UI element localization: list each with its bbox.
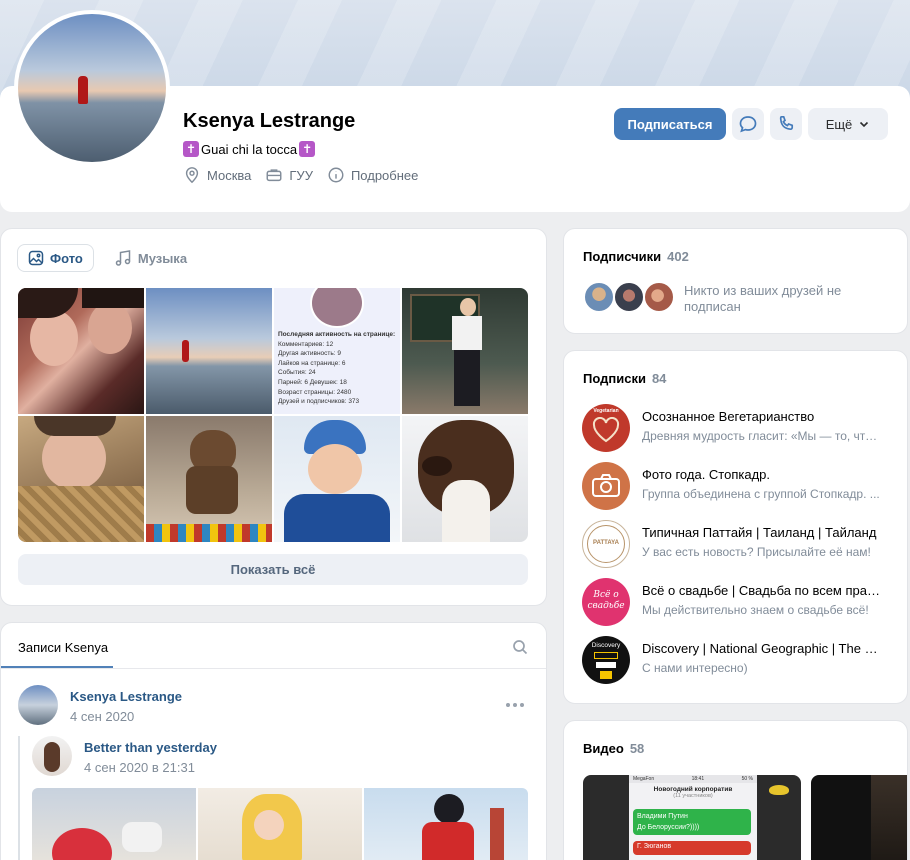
photo-thumbnail[interactable] [146, 288, 272, 414]
photo-grid: Последняя активность на странице: Коммен… [18, 288, 528, 542]
wedding-logo: Всё о свадьбе [582, 578, 630, 626]
subscription-item[interactable]: Всё о свадьбе Всё о свадьбе | Свадьба по… [582, 578, 882, 626]
profile-info: Москва ГУУ Подробнее [183, 166, 418, 184]
photo-thumbnail[interactable] [402, 288, 528, 414]
cross-emoji-icon: ✝ [299, 141, 316, 157]
repost-date[interactable]: 4 сен 2020 в 21:31 [84, 760, 217, 775]
post-image[interactable] [32, 788, 196, 860]
emoji-icon [769, 785, 789, 795]
subscription-item[interactable]: Discovery Discovery | National Geographi… [582, 636, 882, 684]
avatar [643, 281, 675, 313]
subscribe-button[interactable]: Подписаться [614, 108, 726, 140]
post-header: Ksenya Lestrange 4 сен 2020 [70, 689, 182, 724]
wall-card: Записи Ksenya Ksenya Lestrange 4 сен 202… [0, 622, 547, 860]
briefcase-icon [266, 169, 282, 182]
repost-header: Better than yesterday 4 сен 2020 в 21:31 [84, 740, 217, 775]
tab-music[interactable]: Музыка [104, 244, 197, 272]
video-thumbnail[interactable] [811, 775, 907, 860]
heart-icon: Vegetarian [582, 404, 630, 452]
avatar [583, 281, 615, 313]
pattaya-logo: PATTAYA [582, 520, 630, 568]
post-date[interactable]: 4 сен 2020 [70, 709, 182, 724]
videos-card: Видео 58 MegaFon 18:41 50 % Новогодний ко… [563, 720, 908, 860]
cross-emoji-icon: ✝ [183, 141, 199, 157]
post-image[interactable] [364, 788, 528, 860]
show-all-button[interactable]: Показать всё [18, 554, 528, 585]
more-button[interactable]: Ещё [808, 108, 888, 140]
message-icon [739, 116, 757, 133]
subscriptions-header[interactable]: Подписки 84 [583, 371, 666, 386]
image-icon [28, 250, 44, 266]
info-more[interactable]: Подробнее [327, 166, 418, 184]
repost-author-avatar[interactable] [32, 736, 72, 776]
followers-header[interactable]: Подписчики 402 [583, 249, 689, 264]
photo-thumbnail[interactable] [18, 288, 144, 414]
photo-thumbnail[interactable] [274, 416, 400, 542]
subscriptions-card: Подписки 84 Vegetarian Осознанное Вегетар… [563, 350, 908, 704]
call-button[interactable] [770, 108, 802, 140]
phone-icon [779, 115, 794, 131]
info-education[interactable]: ГУУ [265, 166, 313, 184]
videos-header[interactable]: Видео 58 [583, 741, 644, 756]
photo-thumbnail[interactable] [18, 416, 144, 542]
info-icon [328, 167, 344, 183]
post-menu-button[interactable] [506, 703, 524, 707]
profile-name: Ksenya Lestrange [183, 110, 356, 132]
subscription-item[interactable]: Фото года. Стопкадр. Группа объединена с… [582, 462, 882, 510]
media-card: Фото Музыка Последняя активность на стра… [0, 228, 547, 606]
photo-thumbnail-stats[interactable]: Последняя активность на странице: Коммен… [274, 288, 400, 414]
search-icon[interactable] [512, 639, 528, 655]
photo-thumbnail[interactable] [402, 416, 528, 542]
profile-avatar[interactable] [14, 10, 170, 166]
video-thumbnail[interactable]: MegaFon 18:41 50 % Новогодний корпоратив… [583, 775, 801, 860]
discovery-logo: Discovery [582, 636, 630, 684]
camera-icon [582, 462, 630, 510]
subscription-item[interactable]: Vegetarian Осознанное Вегетарианство Дре… [582, 404, 882, 452]
post-author-name[interactable]: Ksenya Lestrange [70, 689, 182, 704]
music-icon [115, 250, 131, 266]
followers-note: Никто из ваших друзей не подписан [684, 283, 842, 314]
follower-avatars[interactable] [583, 281, 679, 315]
tab-photos[interactable]: Фото [17, 244, 94, 272]
media-tabs: Фото Музыка [17, 244, 197, 272]
repost-line [18, 736, 20, 860]
followers-card: Подписчики 402 Никто из ваших друзей не п… [563, 228, 908, 334]
status-text: Guai chi la tocca [201, 141, 298, 157]
profile-status: ✝ Guai chi la tocca ✝ [183, 141, 316, 157]
divider [1, 668, 546, 669]
photo-thumbnail[interactable] [146, 416, 272, 542]
avatar [613, 281, 645, 313]
tab-wall-posts[interactable]: Записи Ksenya [18, 640, 108, 655]
post-author-avatar[interactable] [18, 685, 58, 725]
message-button[interactable] [732, 108, 764, 140]
subscription-item[interactable]: PATTAYA Типичная Паттайя | Таиланд | Тай… [582, 520, 882, 568]
repost-author-name[interactable]: Better than yesterday [84, 740, 217, 755]
info-city[interactable]: Москва [183, 166, 251, 184]
post-image[interactable] [198, 788, 362, 860]
chevron-down-icon [860, 121, 869, 128]
location-icon [185, 167, 199, 184]
